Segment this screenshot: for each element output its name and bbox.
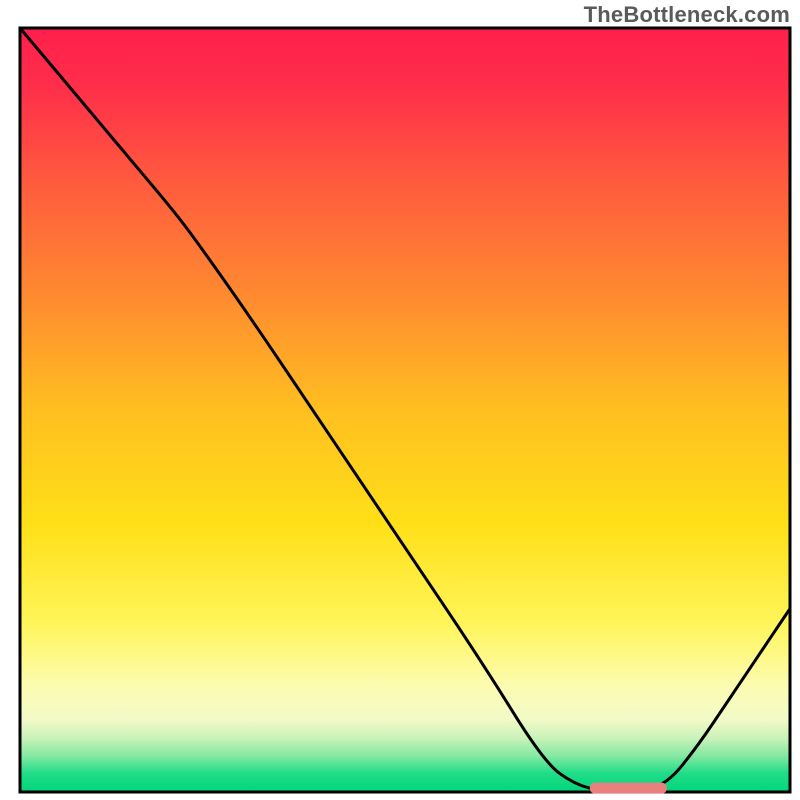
chart-container: { "attribution": "TheBottleneck.com", "c… <box>0 0 800 800</box>
plot-background <box>20 28 790 792</box>
bottleneck-chart <box>0 0 800 800</box>
attribution-text: TheBottleneck.com <box>584 2 790 28</box>
optimum-marker <box>590 783 667 794</box>
